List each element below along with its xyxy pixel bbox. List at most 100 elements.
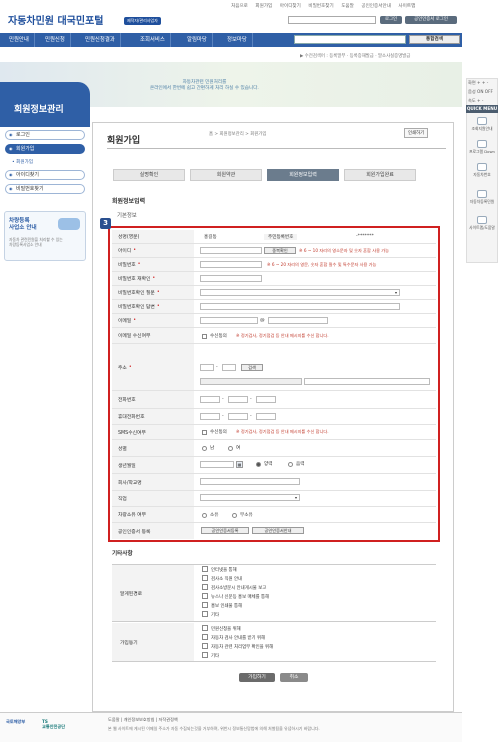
print-button[interactable]: 인쇄하기 xyxy=(404,128,429,138)
integrated-search-button[interactable]: 통합검색 xyxy=(409,35,460,44)
sound-toggle[interactable]: 음성 ON OFF xyxy=(468,89,493,95)
quick-item-registration[interactable]: 자동차등록민원 xyxy=(468,199,496,204)
mobile3-input[interactable] xyxy=(256,413,276,420)
top-link-find-id[interactable]: 아이디찾기 xyxy=(280,4,301,9)
top-link-home[interactable]: 처음으로 xyxy=(231,4,248,9)
top-link-sitemap[interactable]: 사이트맵 xyxy=(398,4,415,9)
required-mark: • xyxy=(156,304,160,309)
password-confirm-input[interactable] xyxy=(200,275,262,282)
address-search-button[interactable]: 검색 xyxy=(241,364,263,371)
route-option[interactable]: 기타 xyxy=(202,611,219,618)
motive-option[interactable]: 기타 xyxy=(202,652,219,659)
car-office-title: 차량등록 사업소 안내 xyxy=(9,218,37,232)
login-button[interactable]: 로그인 xyxy=(380,16,402,24)
motive-option[interactable]: 자동차 관련 처리업무 확인을 위해 xyxy=(202,643,273,650)
solar-radio[interactable] xyxy=(256,462,261,467)
id-hint: ※ 6 ~ 10 자리의 영소문자 및 숫자 혼합 사용 가능 xyxy=(299,248,389,253)
route-option[interactable]: 인터넷을 통해 xyxy=(202,566,237,573)
cert-guide-button[interactable]: 공인인증서안내 xyxy=(252,527,304,534)
sidebar-item-find-pw[interactable]: 비밀번호찾기 xyxy=(5,184,85,194)
zip2-input[interactable] xyxy=(222,364,236,371)
quick-item-sitemap[interactable]: 사이트맵/도움말 xyxy=(468,225,496,230)
mobile1-input[interactable] xyxy=(200,413,220,420)
answer-input[interactable] xyxy=(200,303,400,310)
password-confirm-label-text: 비밀번호 재확인 xyxy=(118,277,151,282)
quick-item-car-number[interactable]: 자동차번호 xyxy=(468,172,496,177)
gender-male-label: 남 xyxy=(210,446,215,451)
job-select[interactable]: ▾ xyxy=(200,494,300,501)
site-logo[interactable]: 자동차민원 대국민포털 xyxy=(8,12,103,27)
top-link-help[interactable]: 도움말 xyxy=(341,4,354,9)
sidebar-item-join[interactable]: 회원가입 xyxy=(5,144,85,154)
required-mark: • xyxy=(133,248,137,253)
sitemap-icon xyxy=(477,216,487,224)
popular-keywords[interactable]: ▶ 수전검색어 : 등록말부 · 등록증재발급 · 말소사실증명발급 xyxy=(300,53,410,59)
gender-female-radio[interactable] xyxy=(228,446,233,451)
cert-register-button[interactable]: 공인인증서등록 xyxy=(201,527,249,534)
route-option[interactable]: 검사소 직원 안내 xyxy=(202,575,242,582)
quick-item-download[interactable]: 프로그램 Down xyxy=(468,149,496,154)
footer-links[interactable]: 도움말 | 개인정보보호방침 | 저작권정책 xyxy=(108,717,178,723)
car-number-icon xyxy=(477,163,487,171)
sidebar-title: 회원정보관리 xyxy=(14,105,64,115)
sms-agree-checkbox[interactable] xyxy=(202,430,207,435)
top-link-find-pw[interactable]: 비밀번호찾기 xyxy=(308,4,333,9)
nav-item-result[interactable]: 민원신청결과 xyxy=(80,33,121,47)
top-link-cert[interactable]: 공인인증서안내 xyxy=(361,4,391,9)
email-agree-checkbox[interactable] xyxy=(202,334,207,339)
phone3-input[interactable] xyxy=(256,396,276,403)
step-info-input: 회원정보입력 xyxy=(267,169,339,181)
phone2-input[interactable] xyxy=(228,396,248,403)
row-birth: 생년월일 xyxy=(112,457,436,474)
email-label: 이메일 • xyxy=(112,314,194,327)
nav-item-apply[interactable]: 민원신청 xyxy=(40,33,71,47)
company-input[interactable] xyxy=(200,478,300,485)
id-input[interactable] xyxy=(200,247,262,254)
nav-item-info[interactable]: 정보마당 xyxy=(222,33,253,47)
password-input[interactable] xyxy=(200,261,262,268)
route-option[interactable]: 뉴스나 신문등 홍보 매체를 통해 xyxy=(202,593,269,600)
login-id-input[interactable] xyxy=(288,16,376,24)
motive-option[interactable]: 자동차 검사 안내를 받기 위해 xyxy=(202,634,265,641)
join-button[interactable]: 가입하기 xyxy=(239,673,275,682)
cert-login-button[interactable]: 공인인증서 로그인 xyxy=(405,16,457,24)
quick-item-guide[interactable]: 조회지원안내 xyxy=(468,126,496,131)
zip-dash: - xyxy=(216,365,218,370)
zip1-input[interactable] xyxy=(200,364,214,371)
email-domain-input[interactable] xyxy=(268,317,328,324)
address2-input[interactable] xyxy=(304,378,430,385)
password-label: 비밀번호 • xyxy=(112,258,194,271)
screen-zoom-control[interactable]: 화면 + + - xyxy=(468,80,488,86)
route-option[interactable]: 검사소방문시 안내게시물 보고 xyxy=(202,584,266,591)
sidebar-item-login[interactable]: 로그인 xyxy=(5,130,85,140)
lunar-radio[interactable] xyxy=(288,462,293,467)
guide-icon xyxy=(477,117,487,125)
top-link-join[interactable]: 회원가입 xyxy=(255,4,272,9)
route-option[interactable]: 홍보 인쇄물 통해 xyxy=(202,602,242,609)
phone1-input[interactable] xyxy=(200,396,220,403)
required-mark: • xyxy=(137,262,141,267)
nav-item-notice[interactable]: 알림마당 xyxy=(182,33,213,47)
id-duplicate-check-button[interactable]: 중복확인 xyxy=(264,247,296,254)
question-select[interactable]: ▾ xyxy=(200,289,400,296)
gender-male-radio[interactable] xyxy=(202,446,207,451)
cancel-button[interactable]: 취소 xyxy=(280,673,308,682)
mobile2-input[interactable] xyxy=(228,413,248,420)
nav-item-guide[interactable]: 민원안내 xyxy=(4,33,35,47)
address1-input[interactable] xyxy=(200,378,302,385)
calendar-icon[interactable]: ▦ xyxy=(236,461,243,468)
rrn-label: 주민등록번호 xyxy=(264,234,298,240)
email-label-text: 이메일 xyxy=(118,319,132,324)
motive-option[interactable]: 민원신청을 위해 xyxy=(202,625,241,632)
sidebar-item-find-id[interactable]: 아이디찾기 xyxy=(5,170,85,180)
birth-input[interactable] xyxy=(200,461,234,468)
integrated-search-input[interactable] xyxy=(294,35,406,44)
footer-notice: 본 웹 사이트에 게시된 이메일 주소가 자동 수집되는것을 거부하며, 위반시… xyxy=(108,726,320,731)
speed-control[interactable]: 속도 + - xyxy=(468,98,483,104)
sidebar-submenu-join[interactable]: • 회원가입 xyxy=(12,159,33,165)
car-not-own-radio[interactable] xyxy=(232,513,237,518)
top-links: 처음으로 회원가입 아이디찾기 비밀번호찾기 도움말 공인인증서안내 사이트맵 xyxy=(225,3,415,9)
email-id-input[interactable] xyxy=(200,317,258,324)
nav-item-lookup[interactable]: 조회서비스 xyxy=(135,33,171,47)
car-own-radio[interactable] xyxy=(202,513,207,518)
